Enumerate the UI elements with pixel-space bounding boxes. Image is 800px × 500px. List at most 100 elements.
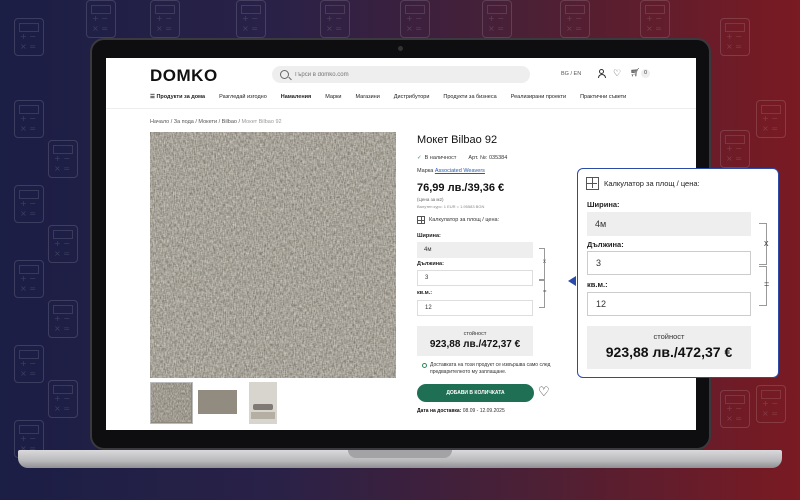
breadcrumb-path[interactable]: Начало / За пода / Мокети / Bilbao / [150,119,240,125]
width-field[interactable]: 4м [417,242,533,258]
exchange-rate-note: Валутен курс: 1 EUR = 1.95583 BGN [417,204,485,209]
total-box: стойност 923,88 лв./472,37 € [587,326,751,369]
calculator-icon [14,18,44,56]
product-title: Мокет Bilbao 92 [417,134,498,146]
price-unit: (Цена за м2) [417,197,444,202]
search-icon [280,70,289,79]
nav-item-stores[interactable]: Магазини [356,94,380,100]
width-label: Ширина: [417,233,441,239]
delivery-note-text: Доставката на този продукт се извършва с… [430,362,551,375]
delivery-note: Доставката на този продукт се извършва с… [422,362,560,376]
rug-illustration [251,412,275,419]
multiply-sign: x [764,238,769,248]
carpet-texture-thumb [151,383,191,422]
nav-item-projects[interactable]: Реализирани проекти [511,94,566,100]
width-label: Ширина: [587,200,620,209]
nav-item-sale[interactable]: Намаления [281,94,311,100]
length-input[interactable]: 3 [417,270,533,286]
nav-item-distributors[interactable]: Дистрибутори [394,94,430,100]
calculator-icon [560,0,590,38]
calculator-header: Калкулатор за площ / цена: [586,177,700,190]
nav-item-products[interactable]: ☰ Продукти за дома [150,94,205,100]
wishlist-heart-icon[interactable]: ♡ [538,384,550,400]
nav-item-brands[interactable]: Марки [325,94,341,100]
nav-divider [106,108,696,109]
delivery-date-value: 08.09 - 12.09.2025 [462,408,505,414]
heart-icon[interactable]: ♡ [613,69,621,78]
calculator-icon [720,130,750,168]
calculator-link[interactable]: Калкулатор за площ / цена: [417,216,499,224]
nav-item-tips[interactable]: Практични съвети [580,94,626,100]
site-logo[interactable]: DOMKO [150,66,218,86]
search-input[interactable] [294,71,494,78]
calculator-icon [756,100,786,138]
info-icon [422,363,427,368]
calculator-icon [48,380,78,418]
calculator-icon [48,300,78,338]
sofa-illustration [253,404,273,410]
calculator-icon [400,0,430,38]
equals-sign: = [543,289,547,295]
calculator-icon [756,385,786,423]
nav-item-deals[interactable]: Разгледай изгодно [219,94,267,100]
cart-icon[interactable]: 🛒︎ [630,69,640,77]
add-to-cart-button[interactable]: ДОБАВИ В КОЛИЧКАТА [417,384,534,402]
stock-info: ✓ В наличност Арт. №: 035384 [417,155,507,161]
length-input[interactable]: 3 [587,251,751,275]
calculator-icon [14,100,44,138]
product-thumbnail[interactable] [196,382,239,424]
calculator-icon [320,0,350,38]
calculator-icon [150,0,180,38]
delivery-date-label: Дата на доставка: [417,408,462,414]
calculator-icon [236,0,266,38]
breadcrumb: Начало / За пода / Мокети / Bilbao / Мок… [150,119,282,125]
multiply-sign: x [543,259,546,265]
brand-label: Марка [417,168,434,174]
main-nav: ☰ Продукти за дома Разгледай изгодно Нам… [150,94,640,100]
calculator-icon [48,225,78,263]
equals-sign: = [764,279,770,289]
calculator-icon [640,0,670,38]
calculator-title: Калкулатор за площ / цена: [604,179,700,188]
laptop-camera [398,46,403,51]
language-switch[interactable]: BG / EN [561,71,581,77]
carpet-texture [150,132,396,378]
article-number: Арт. №: 035384 [468,155,508,161]
availability: В наличност [424,155,457,161]
total-label: стойност [653,332,685,341]
total-value: 923,88 лв./472,37 € [429,339,521,350]
product-thumbnail[interactable] [150,382,193,424]
calculator-icon [417,216,425,224]
width-field[interactable]: 4м [587,212,751,236]
search-bar[interactable] [272,66,530,83]
product-thumbnail-room[interactable] [249,382,277,424]
length-label: Дължина: [587,240,624,249]
area-input[interactable]: 12 [417,300,533,316]
nav-item-business[interactable]: Продукти за бизнеса [443,94,496,100]
total-box: стойност 923,88 лв./472,37 € [417,326,533,356]
calculator-icon [14,260,44,298]
brand-line: Марка Associated Weavers [417,168,485,174]
check-icon: ✓ [417,155,422,161]
calculator-zoom-panel: Калкулатор за площ / цена: Ширина: 4м Дъ… [577,168,779,378]
product-price: 76,99 лв./39,36 € [417,182,505,194]
calculator-icon [86,0,116,38]
length-label: Дължина: [417,261,444,267]
calculator-icon [14,185,44,223]
delivery-date: Дата на доставка: 08.09 - 12.09.2025 [417,408,505,414]
area-input[interactable]: 12 [587,292,751,316]
area-label: кв.м.: [417,290,433,296]
laptop-notch [348,450,452,458]
brand-link[interactable]: Associated Weavers [435,168,485,174]
calculator-link-label: Калкулатор за площ / цена: [429,217,500,223]
calculator-icon [14,345,44,383]
breadcrumb-current: Мокет Bilbao 92 [241,119,282,125]
product-main-image[interactable] [150,132,396,378]
calculator-icon [720,390,750,428]
calculator-icon [48,140,78,178]
user-icon[interactable] [597,69,606,78]
calculator-icon [720,18,750,56]
area-label: кв.м.: [587,280,608,289]
total-label: стойност [463,331,487,337]
calculator-icon [482,0,512,38]
